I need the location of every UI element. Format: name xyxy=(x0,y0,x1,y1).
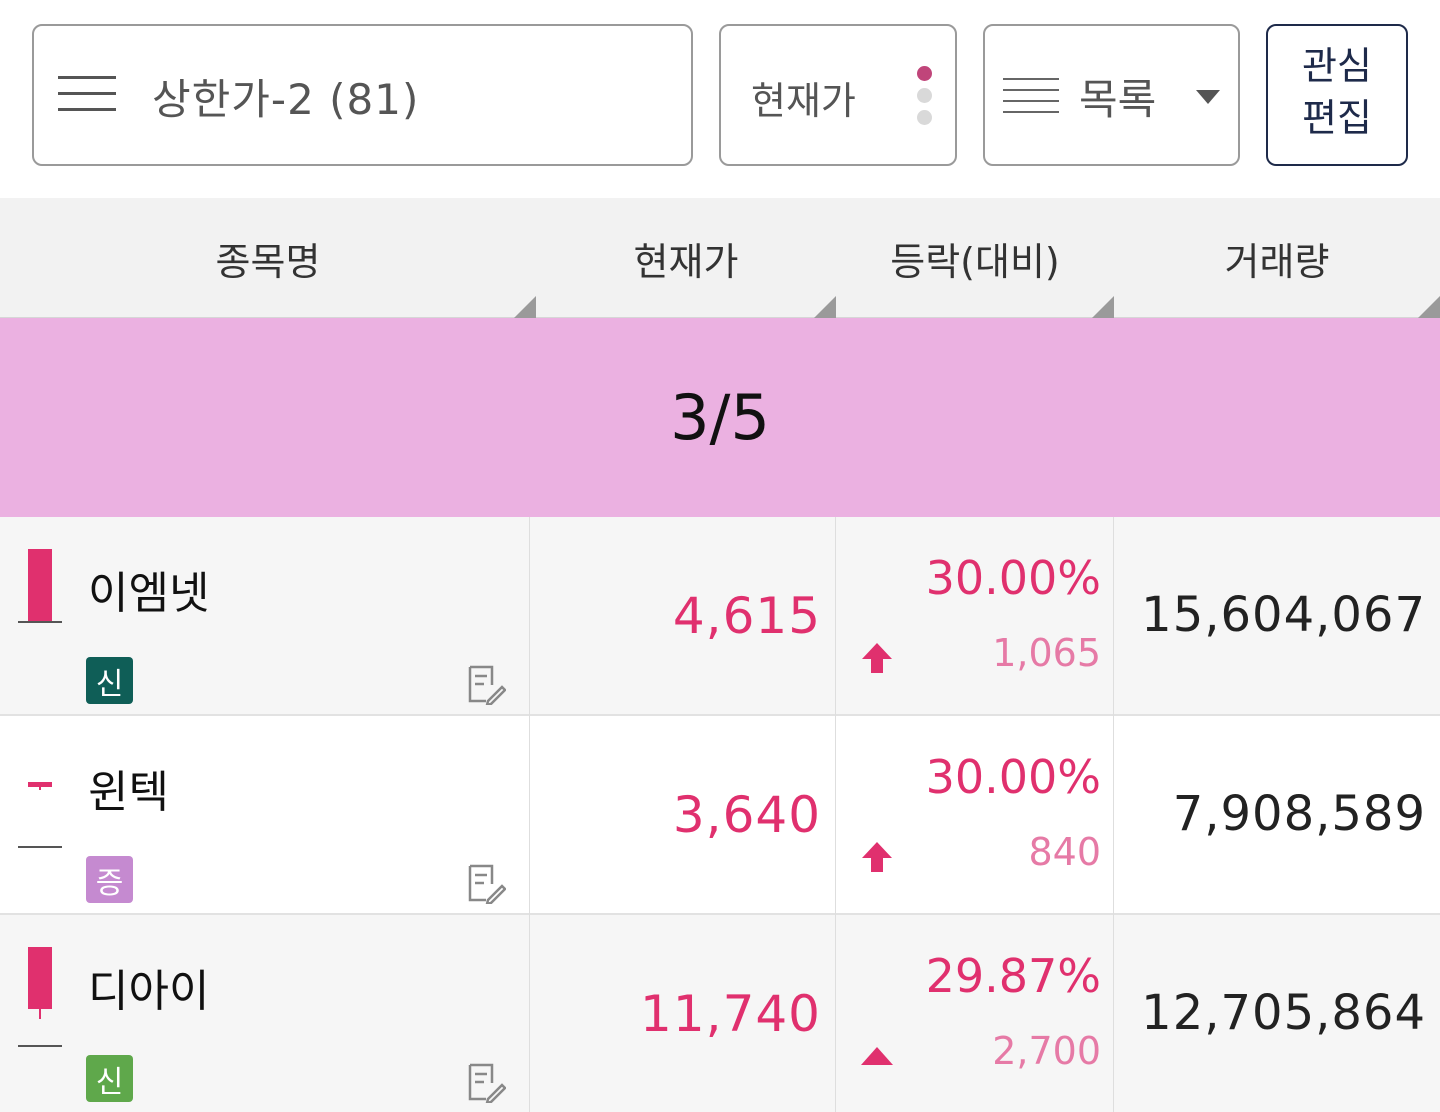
change-cell: 29.87% 2,700 xyxy=(836,915,1114,1112)
header-change-label: 등락(대비) xyxy=(890,239,1060,284)
change-cell: 30.00% 840 xyxy=(836,716,1114,915)
table-row[interactable]: 윈텍 증 3,640 30.00% 840 7,908,589 xyxy=(0,716,1440,915)
stock-name-cell[interactable]: 이엠넷 신 xyxy=(0,517,530,716)
table-row[interactable]: 이엠넷 신 4,615 30.00% 1,065 15,604,067 xyxy=(0,517,1440,716)
candle-bullish-icon xyxy=(18,549,62,623)
stock-name-cell[interactable]: 윈텍 증 xyxy=(0,716,530,915)
volume: 12,705,864 xyxy=(1141,985,1426,1041)
price-cell: 11,740 xyxy=(530,915,836,1112)
memo-icon[interactable] xyxy=(466,1061,506,1103)
volume-cell: 7,908,589 xyxy=(1114,716,1440,915)
sort-corner-icon xyxy=(1418,296,1440,318)
memo-icon[interactable] xyxy=(466,663,506,705)
page-indicator: 3/5 xyxy=(670,381,770,454)
table-header: 종목명 현재가 등락(대비) 거래량 xyxy=(0,198,1440,318)
stock-name: 이엠넷 xyxy=(88,568,210,619)
stock-name: 윈텍 xyxy=(88,767,169,818)
current-price: 3,640 xyxy=(672,786,821,844)
change-cell: 30.00% 1,065 xyxy=(836,517,1114,716)
chevron-down-icon xyxy=(1196,90,1220,104)
change-diff: 840 xyxy=(1028,830,1101,874)
arrow-up-limit-icon xyxy=(862,643,892,673)
watchlist-group-select[interactable]: 상한가-2 (81) xyxy=(32,24,693,166)
price-cell: 4,615 xyxy=(530,517,836,716)
sort-corner-icon xyxy=(1092,296,1114,318)
status-badge: 신 xyxy=(86,1055,133,1102)
price-mode-label: 현재가 xyxy=(751,79,856,123)
candle-doji-icon xyxy=(18,748,62,848)
current-price: 11,740 xyxy=(640,985,821,1043)
list-icon xyxy=(1003,78,1059,114)
page-indicator-banner: 3/5 xyxy=(0,318,1440,517)
header-volume-label: 거래량 xyxy=(1224,239,1330,284)
price-mode-select[interactable]: 현재가 xyxy=(719,24,957,166)
header-stock-name-label: 종목명 xyxy=(215,239,321,284)
view-mode-dropdown[interactable]: 목록 xyxy=(983,24,1240,166)
change-diff: 2,700 xyxy=(992,1029,1101,1073)
price-cell: 3,640 xyxy=(530,716,836,915)
header-current-price-label: 현재가 xyxy=(633,239,739,284)
edit-button-line1: 관심 xyxy=(1302,44,1372,88)
sort-corner-icon xyxy=(514,296,536,318)
stock-name: 디아이 xyxy=(88,966,210,1017)
table-row[interactable]: 디아이 신 11,740 29.87% 2,700 12,705,864 xyxy=(0,915,1440,1112)
status-badge: 증 xyxy=(86,856,133,903)
header-current-price[interactable]: 현재가 xyxy=(536,198,836,318)
arrow-up-limit-icon xyxy=(862,842,892,872)
current-price: 4,615 xyxy=(672,587,821,645)
hamburger-menu-icon[interactable] xyxy=(58,76,116,112)
volume-cell: 12,705,864 xyxy=(1114,915,1440,1112)
change-diff: 1,065 xyxy=(992,631,1101,675)
header-volume[interactable]: 거래량 xyxy=(1114,198,1440,318)
status-badge: 신 xyxy=(86,657,133,704)
memo-icon[interactable] xyxy=(466,862,506,904)
change-percent: 29.87% xyxy=(925,949,1101,1003)
volume: 7,908,589 xyxy=(1172,786,1426,842)
volume: 15,604,067 xyxy=(1141,587,1426,643)
triangle-up-icon xyxy=(861,1047,893,1065)
change-percent: 30.00% xyxy=(925,551,1101,605)
edit-button-line2: 편집 xyxy=(1302,96,1372,140)
volume-cell: 15,604,067 xyxy=(1114,517,1440,716)
edit-watchlist-button[interactable]: 관심 편집 xyxy=(1266,24,1408,166)
header-stock-name[interactable]: 종목명 xyxy=(0,198,536,318)
toolbar: 상한가-2 (81) 현재가 목록 관심 편집 xyxy=(0,0,1440,198)
watchlist-group-title: 상한가-2 (81) xyxy=(152,75,420,124)
stock-name-cell[interactable]: 디아이 신 xyxy=(0,915,530,1112)
sort-corner-icon xyxy=(814,296,836,318)
change-percent: 30.00% xyxy=(925,750,1101,804)
header-change[interactable]: 등락(대비) xyxy=(836,198,1114,318)
view-mode-label: 목록 xyxy=(1079,75,1157,124)
candle-bullish-icon xyxy=(18,947,62,1047)
mode-indicator-dots-icon xyxy=(917,66,933,132)
